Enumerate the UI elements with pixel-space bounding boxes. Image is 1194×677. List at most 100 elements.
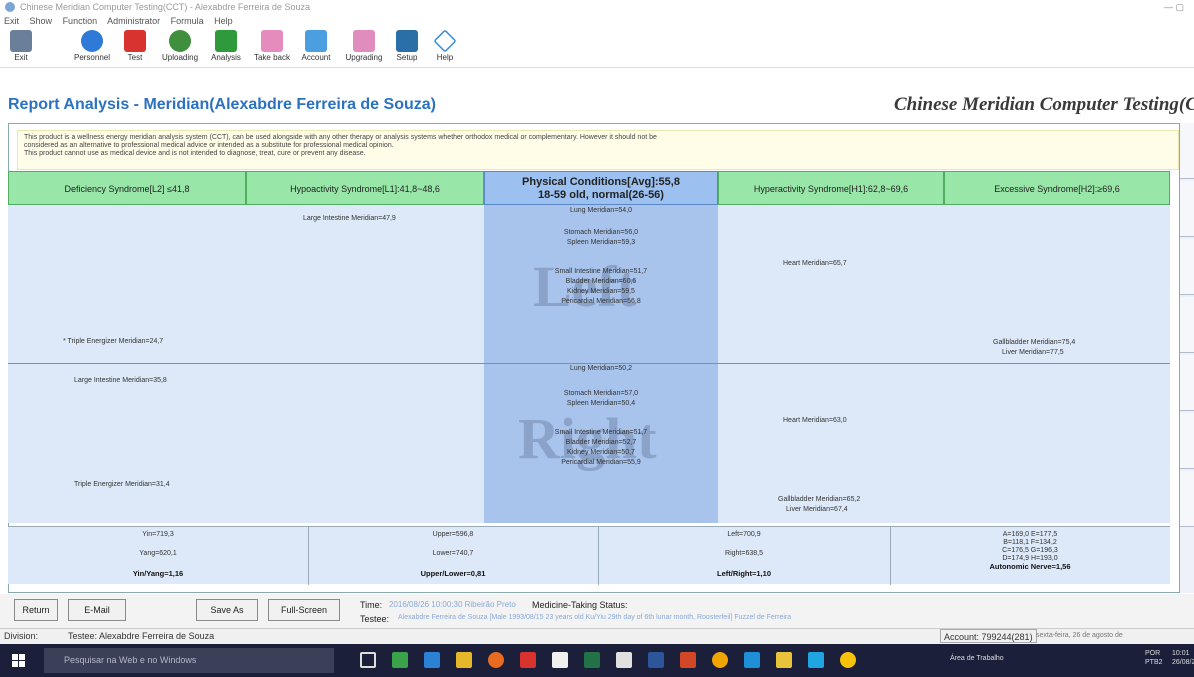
toolbar-setup-button[interactable]: Setup: [392, 30, 422, 66]
exit-icon: [10, 30, 32, 52]
summary-bf: B=118,1 F=134,2: [1003, 539, 1057, 546]
status-account: Account: 799244(281): [940, 629, 1037, 643]
task-view-icon[interactable]: [360, 652, 376, 668]
taskbar-search-box[interactable]: Pesquisar na Web e no Windows: [44, 648, 334, 673]
analysis-icon: [215, 30, 237, 52]
upgrading-icon: [353, 30, 375, 52]
summary-cg: C=176,5 G=196,3: [1002, 547, 1058, 554]
side-tab[interactable]: [1180, 297, 1194, 353]
uploading-icon: [169, 30, 191, 52]
skype-icon[interactable]: [808, 652, 824, 668]
right-triple-energizer: Triple Energizer Meridian=31,4: [74, 481, 170, 488]
left-stomach: Stomach Meridian=56,0: [563, 229, 639, 236]
tray-language[interactable]: POR PTB2: [1145, 649, 1163, 667]
save-as-button[interactable]: Save As: [196, 599, 258, 621]
tray-lang-1: POR: [1145, 650, 1161, 657]
summary-ae: A=169,0 E=177,5: [1002, 531, 1058, 538]
summary-autonomic: A=169,0 E=177,5 B=118,1 F=134,2 C=176,5 …: [890, 527, 1170, 585]
word-icon[interactable]: [648, 652, 664, 668]
left-gallbladder: Gallbladder Meridian=75,4: [993, 339, 1076, 346]
menu-formula[interactable]: Formula: [171, 16, 204, 26]
side-tab[interactable]: [1180, 413, 1194, 469]
store-icon[interactable]: [616, 652, 632, 668]
return-button[interactable]: Return: [14, 599, 58, 621]
left-spleen: Spleen Meridian=59,3: [566, 239, 636, 246]
toolbar-help-button[interactable]: Help: [430, 29, 460, 66]
app-meridian-icon[interactable]: [392, 652, 408, 668]
menu-administrator[interactable]: Administrator: [107, 16, 160, 26]
disclaimer-line: This product is a wellness energy meridi…: [24, 134, 657, 141]
header-physical-conditions: Physical Conditions[Avg]:55,8 18-59 old,…: [484, 171, 718, 205]
right-spleen: Spleen Meridian=50,4: [566, 400, 636, 407]
time-value: 2016/08/26 10:00:30 Ribeirão Preto: [389, 600, 516, 609]
setup-icon: [396, 30, 418, 52]
right-heart: Heart Meridian=63,0: [783, 417, 847, 424]
toolbar-uploading-button[interactable]: Uploading: [158, 30, 202, 66]
left-right-divider: [8, 363, 1170, 364]
toolbar-personnel-button[interactable]: Personnel: [72, 30, 112, 66]
left-kidney: Kidney Meridian=59,5: [567, 288, 635, 295]
side-tabs: [1180, 123, 1194, 593]
summary-yin-yang: Yin=719,3 Yang=620,1 Yin/Yang=1,16: [8, 527, 308, 585]
disclaimer-box: This product is a wellness energy meridi…: [17, 130, 1179, 170]
chrome-icon[interactable]: [712, 652, 728, 668]
side-tab[interactable]: [1180, 355, 1194, 411]
summary-left: Left=700,9: [727, 531, 761, 538]
powerpoint-icon[interactable]: [680, 652, 696, 668]
status-division: Division:: [4, 631, 39, 641]
summary-yang: Yang=620,1: [139, 550, 177, 557]
menu-help[interactable]: Help: [214, 16, 233, 26]
sticky-notes-icon[interactable]: [776, 652, 792, 668]
right-pericardial: Pericardial Meridian=55,9: [561, 459, 641, 466]
header-deficiency: Deficiency Syndrome[L2] ≤41,8: [8, 171, 246, 205]
toolbar-takeback-button[interactable]: Take back: [252, 30, 292, 66]
header-hyperactivity: Hyperactivity Syndrome[H1]:62,8~69,6: [718, 171, 944, 205]
toolbar-account-button[interactable]: Account: [296, 30, 336, 66]
side-tab[interactable]: [1180, 181, 1194, 237]
camera-icon[interactable]: [552, 652, 568, 668]
toolbar-analysis-button[interactable]: Analysis: [208, 30, 244, 66]
right-large-intestine: Large Intestine Meridian=35,8: [74, 377, 167, 384]
summary-left-right-ratio: Left/Right=1,10: [717, 569, 771, 578]
full-screen-button[interactable]: Full-Screen: [268, 599, 340, 621]
left-lung: Lung Meridian=54,0: [569, 207, 633, 214]
firefox-icon[interactable]: [488, 652, 504, 668]
toolbar-upgrading-button[interactable]: Upgrading: [342, 30, 386, 66]
summary-row: Yin=719,3 Yang=620,1 Yin/Yang=1,16 Upper…: [8, 526, 1170, 585]
tray-clock[interactable]: 10:01 26/08/20: [1172, 649, 1194, 667]
left-bladder: Bladder Meridian=60,6: [565, 278, 637, 285]
side-tab[interactable]: [1180, 471, 1194, 527]
left-liver: Liver Meridian=77,5: [1002, 349, 1064, 356]
menu-bar: Exit Show Function Administrator Formula…: [0, 14, 1194, 28]
status-date: sexta-feira, 26 de agosto de: [1036, 632, 1123, 639]
side-tab[interactable]: [1180, 239, 1194, 295]
right-lung: Lung Meridian=50,2: [569, 365, 633, 372]
help-icon: [433, 29, 457, 53]
status-bar: Division: Testee: Alexabdre Ferreira de …: [0, 628, 1194, 644]
brand-title: Chinese Meridian Computer Testing(CC: [894, 94, 1194, 115]
toolbar-test-button[interactable]: Test: [120, 30, 150, 66]
header-avg: Physical Conditions[Avg]:55,8: [522, 176, 680, 188]
toolbar: Exit Personnel Test Uploading Analysis T…: [0, 28, 1194, 68]
takeback-icon: [261, 30, 283, 52]
menu-exit[interactable]: Exit: [4, 16, 19, 26]
excel-icon[interactable]: [584, 652, 600, 668]
system-app-icon[interactable]: [840, 652, 856, 668]
file-explorer-icon[interactable]: [456, 652, 472, 668]
network-app-icon[interactable]: [744, 652, 760, 668]
email-button[interactable]: E-Mail: [68, 599, 126, 621]
tray-desktop-label[interactable]: Área de Trabalho: [950, 655, 1004, 662]
summary-upper-lower: Upper=596,8 Lower=740,7 Upper/Lower=0,81: [308, 527, 598, 585]
side-tab[interactable]: [1180, 123, 1194, 179]
toolbar-exit-button[interactable]: Exit: [6, 30, 36, 66]
summary-right: Right=638,5: [725, 550, 763, 557]
menu-show[interactable]: Show: [30, 16, 53, 26]
edge-icon[interactable]: [424, 652, 440, 668]
summary-upper-lower-ratio: Upper/Lower=0,81: [420, 569, 486, 578]
windows-start-icon[interactable]: [12, 654, 26, 668]
header-age-range: 18-59 old, normal(26-56): [538, 189, 664, 201]
test-app-icon[interactable]: [520, 652, 536, 668]
menu-function[interactable]: Function: [63, 16, 98, 26]
right-gallbladder: Gallbladder Meridian=65,2: [778, 496, 861, 503]
minimize-icon[interactable]: — ▢: [1164, 0, 1184, 14]
